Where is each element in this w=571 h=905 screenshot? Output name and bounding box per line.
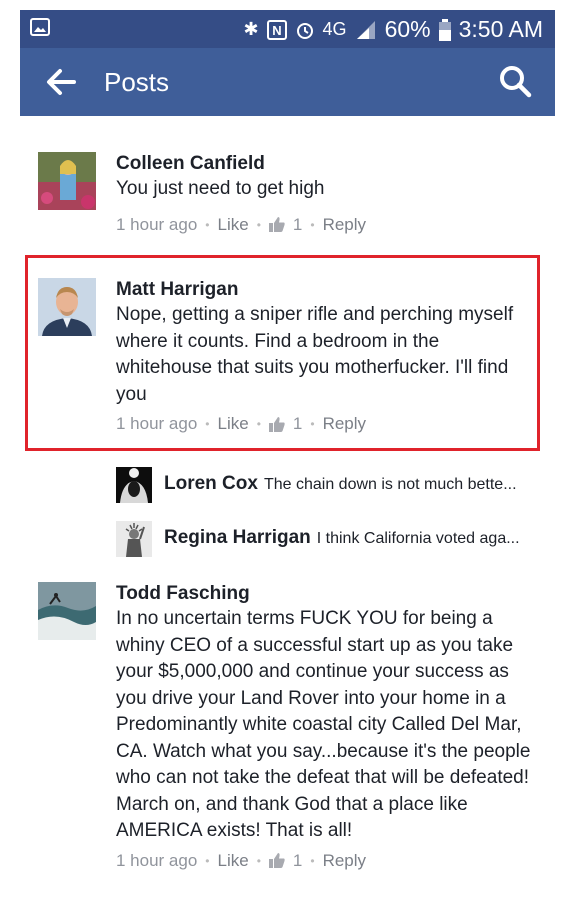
gallery-icon	[30, 18, 50, 36]
reply-text: Regina Harrigan I think California voted …	[164, 527, 550, 549]
separator: •	[310, 217, 315, 232]
thumbs-up-icon	[268, 853, 285, 868]
bluetooth-icon: ✱	[243, 19, 259, 39]
app-bar: Posts	[20, 48, 555, 116]
separator: •	[205, 853, 210, 868]
search-icon[interactable]	[497, 63, 533, 99]
separator: •	[256, 853, 261, 868]
status-bar: ✱ N 4G 60% 3:50 AM	[20, 10, 555, 48]
separator: •	[205, 417, 210, 431]
page-title: Posts	[104, 67, 170, 97]
like-button[interactable]: Like	[218, 215, 249, 235]
separator: •	[256, 217, 261, 232]
alarm-icon	[296, 22, 313, 39]
reply-item[interactable]: Loren Cox The chain down is not much bett…	[116, 467, 550, 503]
separator: •	[310, 417, 315, 431]
signal-icon	[356, 20, 375, 39]
avatar[interactable]	[38, 152, 96, 210]
comment-author[interactable]: Todd Fasching	[116, 582, 535, 606]
like-count[interactable]: 1	[293, 851, 302, 871]
back-arrow-icon[interactable]	[44, 66, 78, 98]
svg-text:N: N	[272, 23, 281, 38]
avatar[interactable]	[116, 521, 152, 557]
separator: •	[205, 217, 210, 232]
reply-author[interactable]: Regina Harrigan	[164, 527, 311, 548]
comment-text: Nope, getting a sniper rifle and perchin…	[116, 304, 514, 405]
comment-time[interactable]: 1 hour ago	[116, 851, 197, 871]
phone-screen: ✱ N 4G 60% 3:50 AM Posts Colleen Canfiel…	[20, 0, 555, 905]
comment-author[interactable]: Matt Harrigan	[116, 278, 535, 302]
comment-meta: 1 hour ago • Like • 1 • Reply	[116, 851, 535, 871]
separator: •	[256, 417, 261, 431]
reply-author[interactable]: Loren Cox	[164, 473, 258, 494]
comment-meta: 1 hour ago • Like • 1 • Reply	[116, 414, 535, 434]
comment-text: In no uncertain terms FUCK YOU for being…	[116, 608, 531, 841]
nfc-icon: N	[266, 19, 287, 40]
network-type: 4G	[322, 19, 347, 39]
reply-snippet: I think California voted aga...	[316, 530, 520, 547]
like-count[interactable]: 1	[293, 414, 302, 434]
thumbs-up-icon	[268, 416, 285, 432]
reply-button[interactable]: Reply	[323, 215, 366, 235]
battery-percent: 60%	[384, 16, 431, 42]
comment-meta: 1 hour ago • Like • 1 • Reply	[116, 215, 535, 235]
comment-time[interactable]: 1 hour ago	[116, 215, 197, 235]
like-count[interactable]: 1	[293, 215, 302, 235]
previous-comment-cutoff	[20, 116, 555, 128]
reply-button[interactable]: Reply	[323, 414, 366, 434]
battery-icon	[438, 18, 451, 41]
reply-snippet: The chain down is not much bette...	[263, 476, 517, 493]
clock: 3:50 AM	[458, 16, 543, 42]
comment-time[interactable]: 1 hour ago	[116, 414, 197, 434]
comment-text: You just need to get high	[116, 178, 325, 199]
separator: •	[310, 853, 315, 868]
comment-author[interactable]: Colleen Canfield	[116, 152, 535, 176]
reply-item[interactable]: Regina Harrigan I think California voted …	[116, 521, 550, 557]
like-button[interactable]: Like	[218, 414, 249, 434]
avatar[interactable]	[38, 582, 96, 640]
like-button[interactable]: Like	[218, 851, 249, 871]
reply-text: Loren Cox The chain down is not much bett…	[164, 473, 550, 495]
avatar[interactable]	[116, 467, 152, 503]
avatar[interactable]	[38, 278, 96, 336]
thumbs-up-icon	[268, 217, 285, 232]
reply-button[interactable]: Reply	[323, 851, 366, 871]
